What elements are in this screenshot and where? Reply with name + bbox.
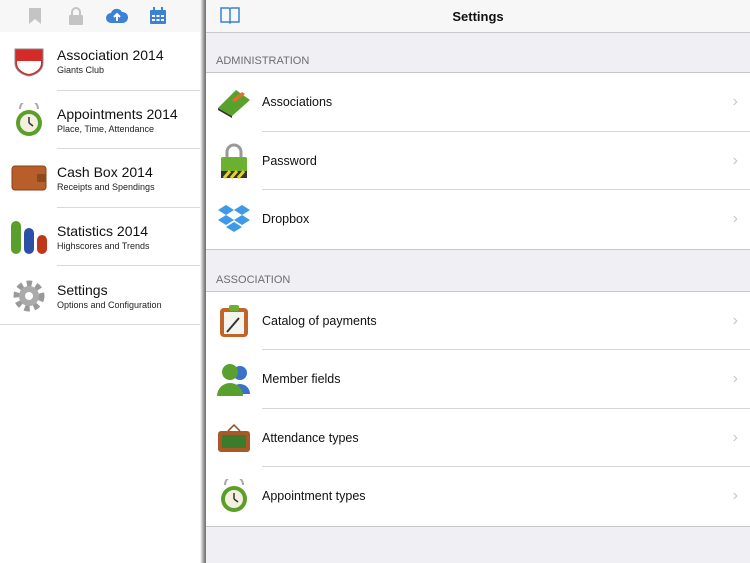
alarm-clock-icon	[206, 479, 262, 513]
row-label: Catalog of payments	[262, 313, 377, 328]
item-subtitle: Place, Time, Attendance	[57, 123, 155, 134]
page-title: Settings	[452, 8, 504, 24]
row-member-fields[interactable]: Member fields ›	[206, 350, 750, 409]
row-associations[interactable]: Associations ›	[206, 73, 750, 132]
padlock-icon	[206, 143, 262, 179]
row-label: Appointment types	[262, 489, 366, 504]
gear-icon	[0, 279, 57, 313]
sidebar-item-settings[interactable]: Settings Options and Configuration	[0, 266, 205, 325]
bookmark-icon[interactable]	[14, 0, 55, 32]
row-label: Associations	[262, 95, 333, 110]
dropbox-icon	[206, 204, 262, 234]
clipboard-icon	[206, 304, 262, 338]
chevron-right-icon: ›	[732, 370, 738, 388]
item-title: Appointments 2014	[57, 105, 178, 122]
item-subtitle: Highscores and Trends	[57, 241, 150, 252]
calendar-icon[interactable]	[137, 0, 178, 32]
administration-group: Associations › Password › Dropbox ›	[206, 73, 750, 250]
row-label: Password	[262, 153, 317, 168]
lock-icon[interactable]	[55, 0, 96, 32]
item-title: Statistics 2014	[57, 223, 149, 240]
row-label: Dropbox	[262, 212, 310, 227]
members-icon	[206, 362, 262, 397]
item-subtitle: Receipts and Spendings	[57, 182, 155, 193]
section-header: ADMINISTRATION	[206, 33, 750, 73]
alarm-clock-icon	[0, 102, 57, 137]
row-attendance-types[interactable]: Attendance types ›	[206, 409, 750, 467]
row-catalog-of-payments[interactable]: Catalog of payments ›	[206, 292, 750, 350]
row-appointment-types[interactable]: Appointment types ›	[206, 467, 750, 526]
settings-panel: Settings ADMINISTRATION Associations › P…	[206, 0, 750, 563]
sidebar-toolbar	[0, 0, 205, 32]
book-icon[interactable]	[220, 6, 240, 29]
section-header: ASSOCIATION	[206, 250, 750, 292]
item-subtitle: Options and Configuration	[57, 299, 162, 310]
item-subtitle: Giants Club	[57, 65, 105, 76]
chevron-right-icon: ›	[732, 93, 738, 111]
chevron-right-icon: ›	[732, 487, 738, 505]
club-crest-icon	[0, 45, 57, 77]
welcome-board-icon	[206, 423, 262, 453]
chevron-right-icon: ›	[732, 151, 738, 169]
chevron-right-icon: ›	[732, 210, 738, 228]
cloud-upload-icon[interactable]	[96, 0, 137, 32]
sidebar-item-association[interactable]: Association 2014 Giants Club	[0, 32, 205, 91]
navigation-bar: Settings	[206, 0, 750, 33]
row-label: Attendance types	[262, 430, 359, 445]
bar-chart-icon	[0, 220, 57, 255]
association-group: Catalog of payments › Member fields › At…	[206, 291, 750, 527]
wallet-icon	[0, 164, 57, 192]
sidebar: Association 2014 Giants Club Appointments…	[0, 0, 205, 563]
item-title: Settings	[57, 281, 108, 298]
row-dropbox[interactable]: Dropbox ›	[206, 190, 750, 249]
row-label: Member fields	[262, 372, 341, 387]
sidebar-item-statistics[interactable]: Statistics 2014 Highscores and Trends	[0, 208, 205, 267]
chevron-right-icon: ›	[732, 428, 738, 446]
item-title: Association 2014	[57, 47, 164, 64]
row-password[interactable]: Password ›	[206, 132, 750, 190]
sidebar-item-cash-box[interactable]: Cash Box 2014 Receipts and Spendings	[0, 149, 205, 208]
sidebar-item-appointments[interactable]: Appointments 2014 Place, Time, Attendance	[0, 91, 205, 150]
green-book-icon	[206, 86, 262, 119]
chevron-right-icon: ›	[732, 311, 738, 329]
item-title: Cash Box 2014	[57, 164, 153, 181]
